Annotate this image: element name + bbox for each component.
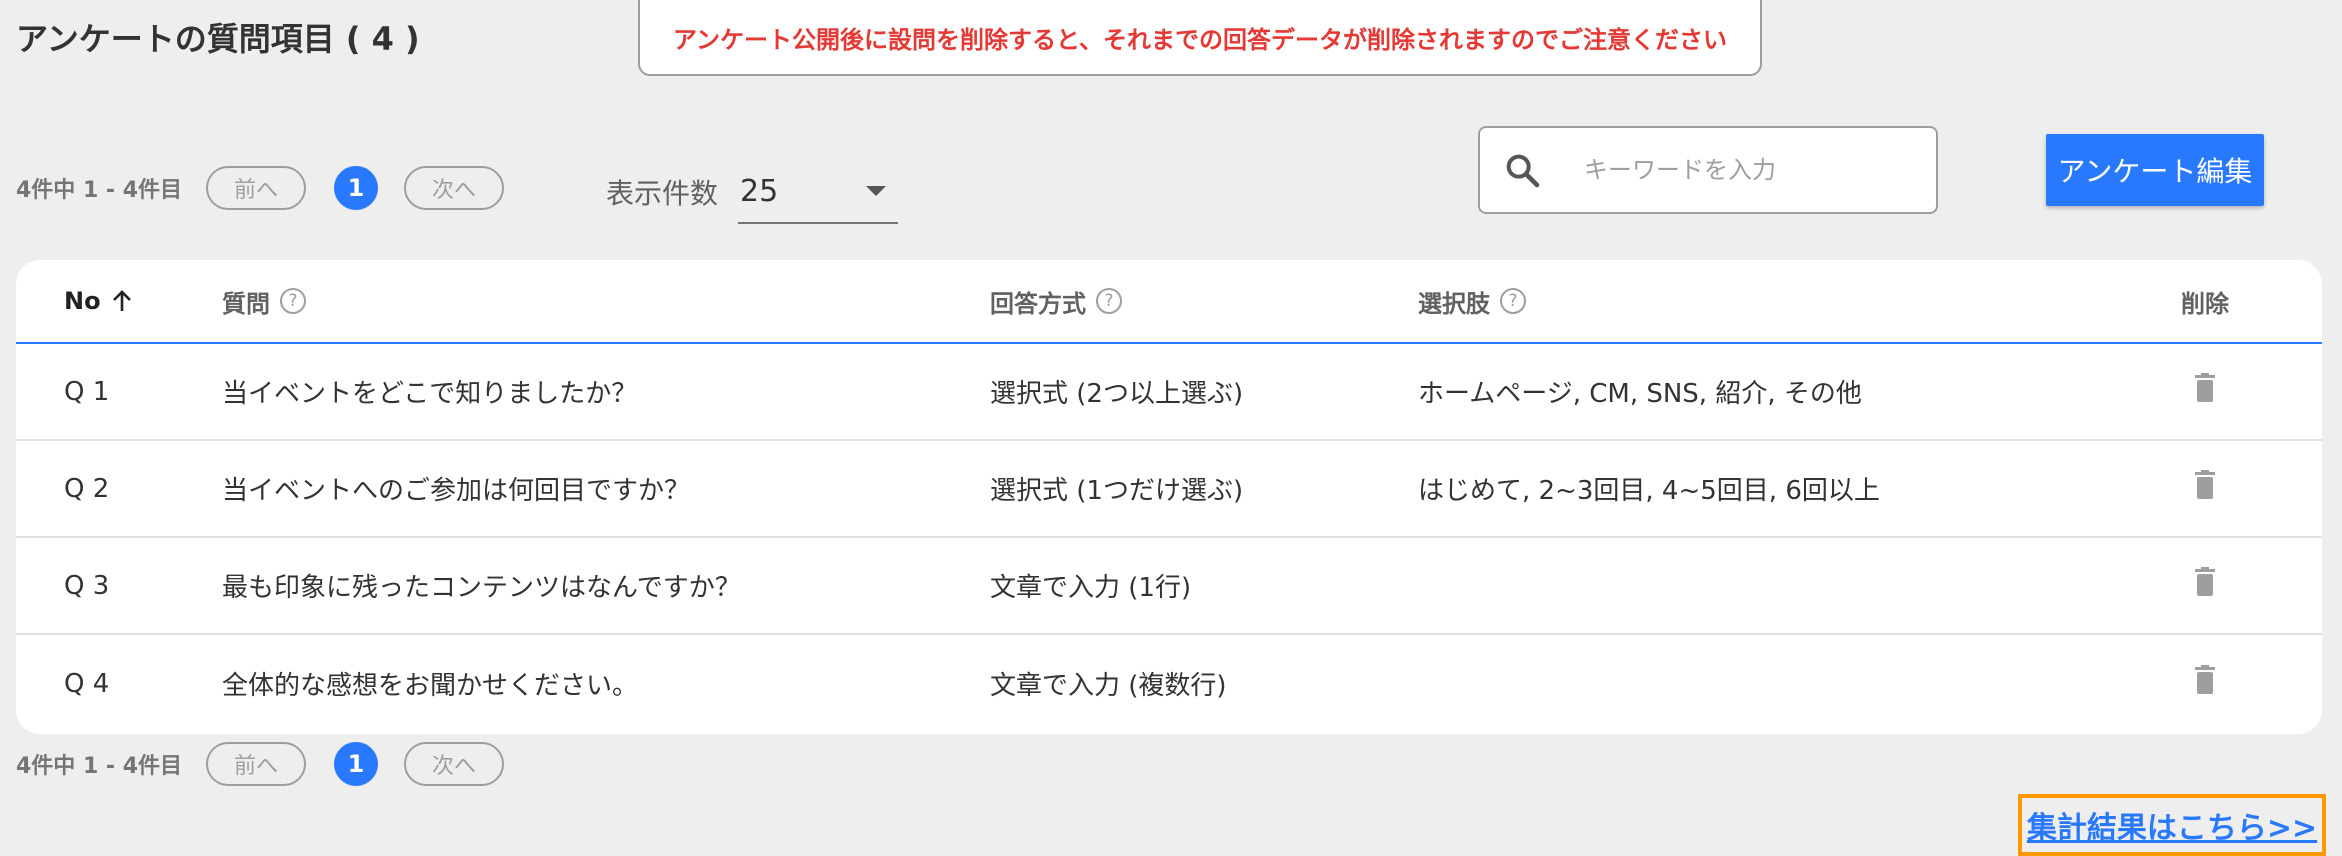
table-row[interactable]: Q 1 当イベントをどこで知りましたか？ 選択式 (2つ以上選ぶ) ホームページ… xyxy=(16,344,2322,441)
row-options: ホームページ, CM, SNS, 紹介, その他 xyxy=(1418,379,1862,409)
table-row[interactable]: Q 3 最も印象に残ったコンテンツはなんですか？ 文章で入力 (1行) xyxy=(16,538,2322,635)
row-options: はじめて, 2~3回目, 4~5回目, 6回以上 xyxy=(1418,476,1880,506)
delete-warning-notice: アンケート公開後に設問を削除すると、それまでの回答データが削除されますのでご注意… xyxy=(638,0,1762,76)
row-question: 全体的な感想をお聞かせください。 xyxy=(222,671,639,701)
header-answer-type-label: 回答方式 xyxy=(990,289,1086,318)
row-answer-type: 選択式 (1つだけ選ぶ) xyxy=(990,476,1244,506)
result-count: 4件中 1 - 4件目 xyxy=(16,178,183,203)
row-answer-type: 選択式 (2つ以上選ぶ) xyxy=(990,379,1244,409)
prev-page-button[interactable]: 前へ xyxy=(206,166,306,210)
row-no: Q 2 xyxy=(64,473,110,504)
table-row[interactable]: Q 4 全体的な感想をお聞かせください。 文章で入力 (複数行) xyxy=(16,635,2322,732)
questions-table: No 質問 ? 回答方式 ? 選択肢 ? 削除 Q 1 当イベントをどこで知りま… xyxy=(16,260,2322,734)
help-icon[interactable]: ? xyxy=(1096,288,1122,314)
header-delete-label: 削除 xyxy=(2181,289,2229,318)
next-page-button[interactable]: 次へ xyxy=(404,166,504,210)
per-page-label: 表示件数 xyxy=(606,177,719,210)
header-question: 質問 ? xyxy=(222,284,990,319)
prev-page-button[interactable]: 前へ xyxy=(206,742,306,786)
row-question: 当イベントへのご参加は何回目ですか？ xyxy=(222,476,691,506)
next-page-button[interactable]: 次へ xyxy=(404,742,504,786)
table-header: No 質問 ? 回答方式 ? 選択肢 ? 削除 xyxy=(16,260,2322,344)
per-page-select[interactable]: 25 xyxy=(738,160,898,224)
per-page-value: 25 xyxy=(740,173,779,209)
result-count: 4件中 1 - 4件目 xyxy=(16,754,183,779)
search-input[interactable] xyxy=(1584,156,1914,184)
search-icon xyxy=(1506,154,1540,188)
trash-icon[interactable] xyxy=(2192,665,2218,702)
warning-text: アンケート公開後に設問を削除すると、それまでの回答データが削除されますのでご注意… xyxy=(672,25,1728,54)
trash-icon[interactable] xyxy=(2192,373,2218,410)
row-answer-type: 文章で入力 (1行) xyxy=(990,573,1192,603)
edit-survey-button[interactable]: アンケート編集 xyxy=(2046,134,2264,206)
header-no-label: No xyxy=(64,287,101,315)
pagination-bottom: 4件中 1 - 4件目 前へ 1 次へ xyxy=(16,742,504,786)
row-no: Q 4 xyxy=(64,668,110,699)
pagination-top: 4件中 1 - 4件目 前へ 1 次へ xyxy=(16,166,504,210)
search-box xyxy=(1478,126,1938,214)
header-no[interactable]: No xyxy=(16,287,222,315)
page-number-button[interactable]: 1 xyxy=(334,166,378,210)
header-delete: 削除 xyxy=(2108,284,2322,319)
header-options: 選択肢 ? xyxy=(1418,284,2108,319)
header-question-label: 質問 xyxy=(222,289,270,318)
table-row[interactable]: Q 2 当イベントへのご参加は何回目ですか？ 選択式 (1つだけ選ぶ) はじめて… xyxy=(16,441,2322,538)
row-answer-type: 文章で入力 (複数行) xyxy=(990,671,1227,701)
help-icon[interactable]: ? xyxy=(280,288,306,314)
page-title: アンケートの質問項目 ( 4 ) xyxy=(16,20,420,58)
page-number-button[interactable]: 1 xyxy=(334,742,378,786)
row-question: 最も印象に残ったコンテンツはなんですか？ xyxy=(222,573,741,603)
results-link[interactable]: 集計結果はこちら>> xyxy=(2027,803,2317,847)
header-options-label: 選択肢 xyxy=(1418,289,1490,318)
results-link-highlight: 集計結果はこちら>> xyxy=(2018,794,2326,856)
row-no: Q 3 xyxy=(64,570,110,601)
header-answer-type: 回答方式 ? xyxy=(990,284,1418,319)
trash-icon[interactable] xyxy=(2192,567,2218,604)
caret-down-icon xyxy=(866,186,886,196)
help-icon[interactable]: ? xyxy=(1500,288,1526,314)
trash-icon[interactable] xyxy=(2192,470,2218,507)
row-no: Q 1 xyxy=(64,376,110,407)
row-question: 当イベントをどこで知りましたか？ xyxy=(222,379,638,409)
sort-ascending-icon[interactable] xyxy=(111,289,133,313)
